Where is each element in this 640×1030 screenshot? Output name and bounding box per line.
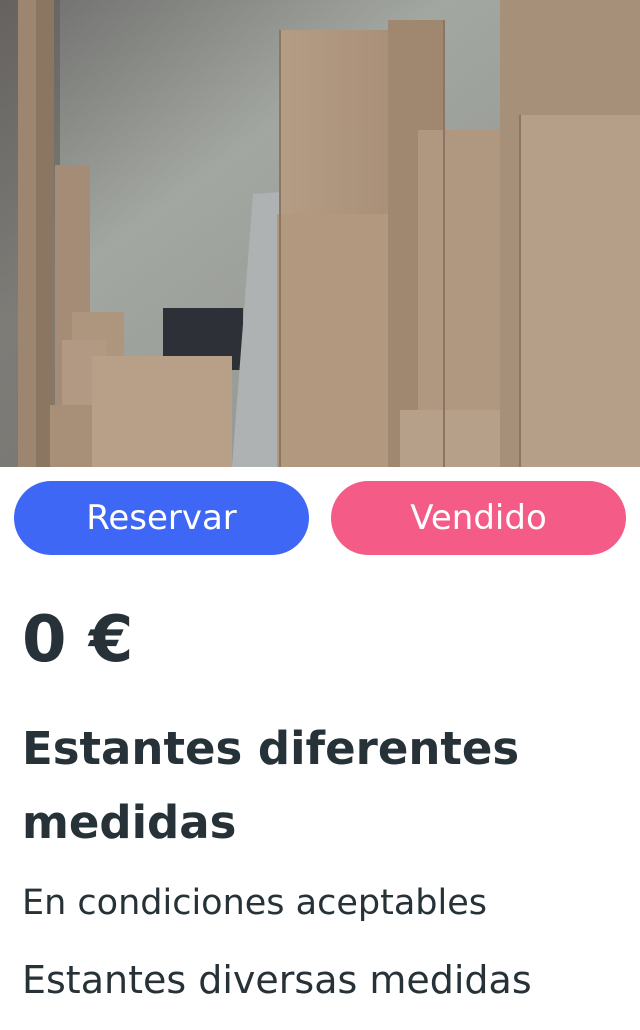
reserve-button[interactable]: Reservar — [14, 481, 309, 555]
sold-button[interactable]: Vendido — [331, 481, 626, 555]
listing-condition: En condiciones aceptables — [22, 883, 487, 923]
listing-description: Estantes diversas medidas — [22, 958, 532, 1002]
listing-actions: Reservar Vendido — [14, 481, 626, 555]
wooden-shelves-photo — [0, 0, 640, 467]
listing-price: 0 € — [22, 603, 134, 677]
product-photo[interactable] — [0, 0, 640, 467]
listing-title: Estantes diferentes medidas — [22, 722, 520, 849]
